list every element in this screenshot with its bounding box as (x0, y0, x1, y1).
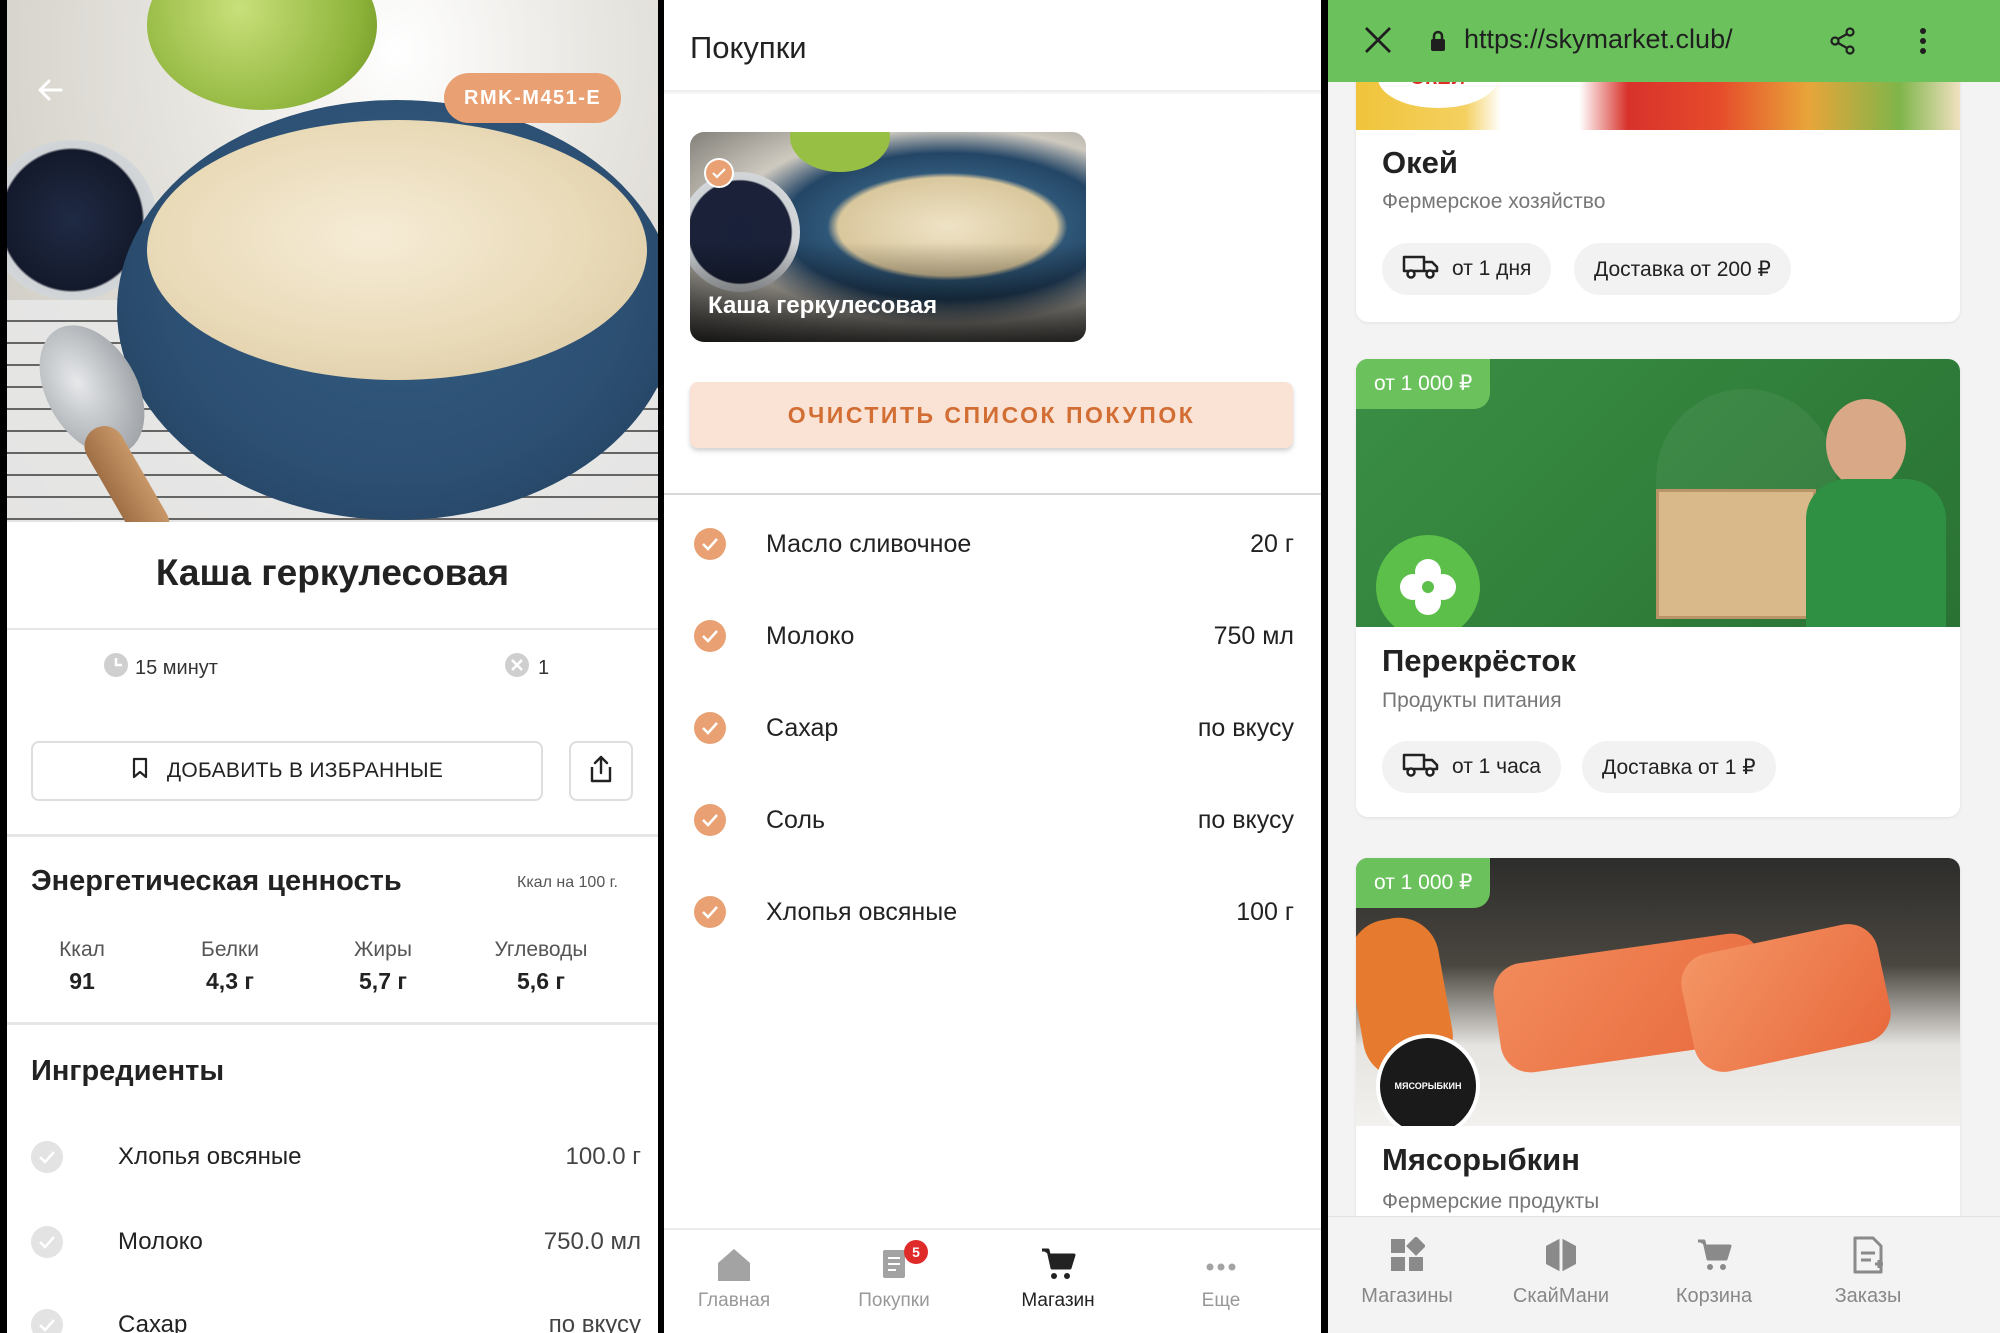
bottom-navigation: Магазины СкайМани Корзина Заказы (1328, 1216, 2000, 1333)
lock-icon (1428, 30, 1448, 52)
cart-icon (1040, 1247, 1076, 1287)
min-order-badge: от 1 000 ₽ (1356, 858, 1491, 908)
add-to-favorites-label: ДОБАВИТЬ В ИЗБРАННЫЕ (166, 759, 444, 782)
back-arrow-icon[interactable] (31, 70, 71, 110)
list-item[interactable]: Соль по вкусу (694, 800, 1294, 840)
purchases-count-badge: 5 (904, 1240, 928, 1264)
nutrition-fat: Жиры 5,7 г (354, 938, 412, 994)
browser-url-bar: https://skymarket.club/ (1328, 0, 2000, 82)
check-icon[interactable] (694, 620, 726, 652)
store-subtitle: Продукты питания (1382, 689, 1562, 712)
truck-icon (1402, 253, 1440, 285)
nav-item-skymoney[interactable]: СкайМани (1486, 1235, 1636, 1308)
ingredients-heading: Ингредиенты (31, 1055, 225, 1087)
page-title: Покупки (690, 30, 807, 65)
bookmark-icon (131, 757, 149, 785)
cook-time-label: 15 минут (135, 656, 218, 679)
myasorybkin-logo: МЯСОРЫБКИН (1376, 1034, 1480, 1126)
nav-item-stores[interactable]: Магазины (1332, 1235, 1482, 1308)
delivery-price-chip: Доставка от 1 ₽ (1582, 741, 1776, 793)
recipe-screen: RMK-M451-E Каша геркулесовая 15 минут 1 … (7, 0, 658, 1333)
store-card-okey[interactable]: ОКЕЙ Окей Фермерское хозяйство от 1 дня … (1356, 60, 1960, 322)
nav-item-more[interactable]: Еще (1151, 1244, 1291, 1312)
nutrition-kcal: Ккал 91 (59, 938, 105, 994)
url-text[interactable]: https://skymarket.club/ (1464, 24, 1733, 55)
store-name: Перекрёсток (1382, 643, 1576, 678)
energy-unit-note: Ккал на 100 г. (517, 874, 618, 891)
home-icon (714, 1245, 754, 1289)
stores-icon (1389, 1236, 1426, 1279)
share-button[interactable] (569, 741, 633, 801)
list-item[interactable]: Масло сливочное 20 г (694, 524, 1294, 564)
browser-screen: ОКЕЙ Окей Фермерское хозяйство от 1 дня … (1328, 0, 2000, 1333)
share-icon[interactable] (1828, 26, 1858, 56)
check-icon[interactable] (31, 1226, 63, 1258)
list-item[interactable]: Хлопья овсяные 100 г (694, 892, 1294, 932)
check-icon[interactable] (694, 712, 726, 744)
servings-label: 1 (538, 656, 550, 679)
cart-icon (1696, 1238, 1732, 1278)
list-item[interactable]: Сахар по вкусу (694, 708, 1294, 748)
servings: 1 (504, 652, 549, 684)
min-order-badge: от 1 000 ₽ (1356, 359, 1491, 409)
nav-item-purchases[interactable]: 5 Покупки (824, 1240, 964, 1312)
check-icon[interactable] (31, 1309, 63, 1333)
orders-icon (1851, 1236, 1885, 1280)
store-card-myasorybkin[interactable]: МЯСОРЫБКИН от 1 000 ₽ Мясорыбкин Фермерс… (1356, 858, 1960, 1278)
store-name: Окей (1382, 145, 1458, 180)
list-item[interactable]: Молоко 750 мл (694, 616, 1294, 656)
recipe-code-badge: RMK-M451-E (444, 73, 622, 123)
skymoney-icon (1543, 1236, 1579, 1280)
delivery-time-chip: от 1 часа (1382, 741, 1561, 793)
more-vertical-icon[interactable] (1908, 26, 1938, 56)
cook-time: 15 минут (103, 652, 218, 684)
delivery-box-image (1656, 489, 1816, 619)
nutrition-carbs: Углеводы 5,6 г (494, 938, 588, 994)
store-card-perekrestok[interactable]: от 1 000 ₽ Перекрёсток Продукты питания … (1356, 359, 1960, 817)
nutrition-protein: Белки 4,3 г (201, 938, 259, 994)
truck-icon (1402, 751, 1440, 783)
energy-value-heading: Энергетическая ценность (31, 865, 402, 897)
close-icon[interactable] (1362, 24, 1394, 56)
store-subtitle: Фермерское хозяйство (1382, 190, 1606, 213)
recipe-card[interactable]: Каша геркулесовая (690, 132, 1086, 342)
clock-icon (103, 652, 129, 684)
recipe-card-caption: Каша геркулесовая (708, 292, 938, 319)
clear-shopping-list-button[interactable]: ОЧИСТИТЬ СПИСОК ПОКУПОК (690, 382, 1293, 448)
bottom-navigation: Главная 5 Покупки Магазин Еще (664, 1228, 1321, 1333)
check-icon[interactable] (31, 1141, 63, 1173)
list-item[interactable]: Хлопья овсяные 100.0 г (31, 1137, 641, 1177)
shopping-list-screen: Покупки Каша геркулесовая ОЧИСТИТЬ СПИСО… (664, 0, 1321, 1333)
check-icon (704, 158, 734, 188)
nav-item-cart[interactable]: Корзина (1639, 1235, 1789, 1308)
share-icon (587, 754, 615, 789)
store-subtitle: Фермерские продукты (1382, 1190, 1600, 1213)
nav-item-home[interactable]: Главная (664, 1244, 804, 1312)
utensils-icon (504, 652, 530, 684)
nav-item-shop[interactable]: Магазин (988, 1244, 1128, 1312)
recipe-title: Каша геркулесовая (155, 552, 510, 593)
nav-item-orders[interactable]: Заказы (1793, 1235, 1943, 1308)
add-to-favorites-button[interactable]: ДОБАВИТЬ В ИЗБРАННЫЕ (31, 741, 543, 801)
list-item[interactable]: Сахар по вкусу (31, 1305, 641, 1333)
delivery-price-chip: Доставка от 200 ₽ (1574, 243, 1791, 295)
list-item[interactable]: Молоко 750.0 мл (31, 1222, 641, 1262)
check-icon[interactable] (694, 896, 726, 928)
more-horizontal-icon (1205, 1256, 1237, 1278)
store-name: Мясорыбкин (1382, 1142, 1580, 1177)
check-icon[interactable] (694, 804, 726, 836)
perekrestok-logo (1376, 535, 1480, 627)
delivery-time-chip: от 1 дня (1382, 243, 1552, 295)
check-icon[interactable] (694, 528, 726, 560)
